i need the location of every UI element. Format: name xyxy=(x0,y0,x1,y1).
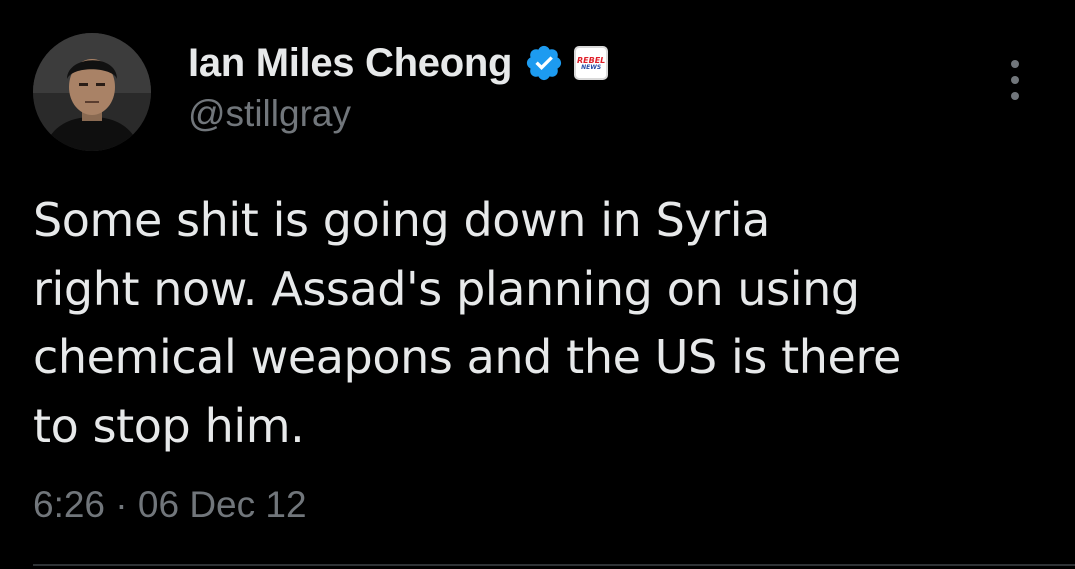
more-options-icon[interactable] xyxy=(1000,60,1030,100)
tweet-text-line: Some shit is going down in Syria xyxy=(33,193,770,247)
rebel-news-affiliate-icon[interactable]: REBEL NEWS xyxy=(574,46,609,80)
tweet-card: Ian Miles Cheong REBEL NEWS @stillgray S… xyxy=(0,0,1075,569)
tweet-text: Some shit is going down in Syria right n… xyxy=(33,186,1033,460)
verified-badge-icon[interactable] xyxy=(524,43,564,83)
more-dot xyxy=(1011,92,1019,100)
tweet-text-line: right now. Assad's planning on using xyxy=(33,261,860,316)
more-dot xyxy=(1011,60,1019,68)
author-name-row: Ian Miles Cheong REBEL NEWS xyxy=(188,38,609,88)
author-handle[interactable]: @stillgray xyxy=(188,93,351,135)
avatar[interactable] xyxy=(33,33,151,151)
affiliate-logo-text-2: NEWS xyxy=(581,64,602,71)
tweet-timestamp[interactable]: 6:26 · 06 Dec 12 xyxy=(33,484,307,526)
author-display-name[interactable]: Ian Miles Cheong xyxy=(188,41,512,86)
avatar-photo xyxy=(33,33,151,151)
more-dot xyxy=(1011,76,1019,84)
tweet-text-line: chemical weapons and the US is there xyxy=(33,330,901,384)
tweet-text-line: to stop him. xyxy=(33,398,305,453)
divider xyxy=(33,564,1075,566)
